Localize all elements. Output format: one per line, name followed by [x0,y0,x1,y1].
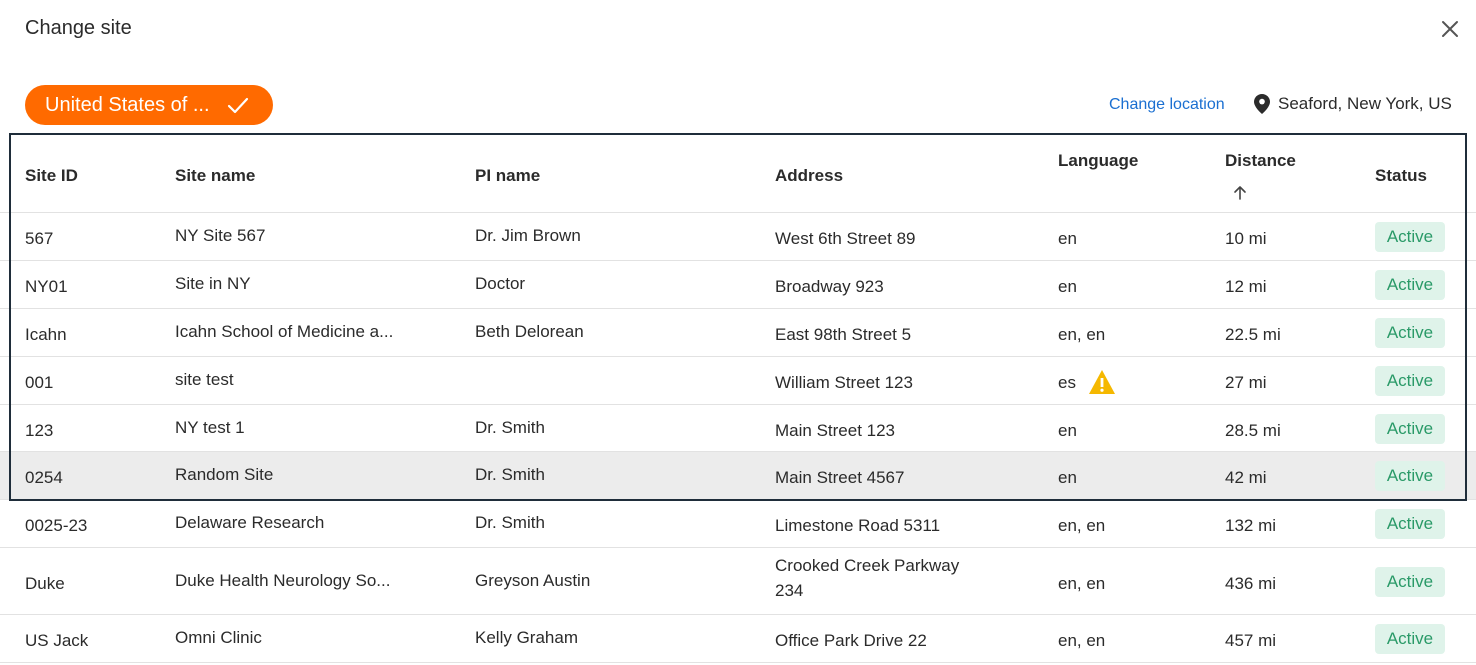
distance-cell: 457 mi [1225,631,1277,650]
table-row[interactable]: Icahn Icahn School of Medicine a... Beth D… [0,309,1476,357]
status-badge: Active [1375,509,1445,539]
site-id-cell: Icahn [25,325,67,344]
distance-cell: 27 mi [1225,373,1267,392]
address-cell: Broadway 923 [775,277,884,296]
site-id-cell: NY01 [25,277,68,296]
site-id-cell: 123 [25,421,54,440]
site-id-cell: 001 [25,373,54,392]
language-cell: en, en [1058,325,1106,344]
site-name-cell: NY test 1 [175,418,245,437]
status-badge: Active [1375,461,1445,491]
site-name-cell: NY Site 567 [175,226,266,245]
change-site-dialog: Change site United States of ... Change … [0,0,1476,665]
table-row[interactable]: NY01 Site in NY Doctor Broadway 923 en 12 mi A… [0,261,1476,309]
status-badge: Active [1375,270,1445,300]
check-icon [227,97,248,114]
pi-name-cell: Dr. Smith [475,418,545,437]
distance-cell: 132 mi [1225,516,1277,535]
table-row[interactable]: 001 site test William Street 123 es 27 mi Act… [0,357,1476,405]
site-name-cell: Delaware Research [175,513,325,532]
table-row[interactable]: 567 NY Site 567 Dr. Jim Brown West 6th Stre… [0,213,1476,261]
site-id-cell: 0254 [25,468,63,487]
address-cell: East 98th Street 5 [775,325,912,344]
language-cell: en [1058,421,1077,440]
address-cell: Office Park Drive 22 [775,631,927,650]
distance-cell: 28.5 mi [1225,421,1281,440]
language-cell: en [1058,229,1077,248]
site-id-cell: 567 [25,229,54,248]
status-badge: Active [1375,366,1445,396]
header-status[interactable]: Status [1375,166,1427,186]
pi-name-cell: Dr. Smith [475,513,545,532]
current-location: Seaford, New York, US [1254,94,1452,114]
pi-name-cell: Dr. Jim Brown [475,226,581,245]
status-badge: Active [1375,222,1445,252]
pi-name-cell: Beth Delorean [475,322,584,341]
dialog-title: Change site [25,17,132,39]
header-address[interactable]: Address [775,166,843,186]
status-badge: Active [1375,414,1445,444]
site-id-cell: 0025-23 [25,516,88,535]
status-badge: Active [1375,567,1445,597]
distance-cell: 436 mi [1225,574,1277,593]
table-row[interactable]: 0254 Random Site Dr. Smith Main Street 4567… [0,452,1476,500]
status-badge: Active [1375,318,1445,348]
country-filter-chip[interactable]: United States of ... [25,85,273,125]
site-id-cell: Duke [25,574,65,593]
sort-ascending-icon[interactable] [1230,183,1250,203]
address-cell: William Street 123 [775,373,913,392]
header-language[interactable]: Language [1058,151,1138,171]
pi-name-cell: Greyson Austin [475,571,591,590]
site-name-cell: Omni Clinic [175,628,262,647]
address-cell: Crooked Creek Parkway [775,556,960,575]
warning-icon[interactable] [1088,369,1116,395]
header-site-id[interactable]: Site ID [25,166,78,186]
address-cell: Limestone Road 5311 [775,516,941,535]
table-row[interactable]: US Jack Omni Clinic Kelly Graham Office Par… [0,615,1476,663]
pi-name-cell: Kelly Graham [475,628,578,647]
table-header: Site ID Site name PI name Address Langua… [0,135,1476,213]
site-name-cell: Duke Health Neurology So... [175,571,391,590]
current-location-text: Seaford, New York, US [1278,94,1452,113]
site-name-cell: site test [175,370,234,389]
distance-cell: 22.5 mi [1225,325,1281,344]
site-name-cell: Random Site [175,465,274,484]
table-row[interactable]: Duke Duke Health Neurology So... Greyson A… [0,548,1476,615]
pi-name-cell: Dr. Smith [475,465,545,484]
language-cell: es [1058,373,1076,392]
distance-cell: 42 mi [1225,468,1267,487]
address-cell-line2: 234 [775,581,804,600]
close-icon[interactable] [1438,17,1462,41]
location-pin-icon [1254,94,1270,114]
table-row[interactable]: 0025-23 Delaware Research Dr. Smith Limesto… [0,500,1476,548]
change-location-link[interactable]: Change location [1109,96,1225,114]
address-cell: Main Street 123 [775,421,896,440]
distance-cell: 12 mi [1225,277,1267,296]
address-cell: West 6th Street 89 [775,229,916,248]
language-cell: en [1058,277,1077,296]
country-filter-label: United States of ... [45,93,210,116]
pi-name-cell: Doctor [475,274,526,293]
language-cell: en, en [1058,631,1106,650]
site-name-cell: Site in NY [175,274,251,293]
table-row[interactable]: 123 NY test 1 Dr. Smith Main Street 123 en 28… [0,405,1476,452]
header-distance[interactable]: Distance [1225,151,1296,171]
language-cell: en, en [1058,516,1106,535]
language-cell: en, en [1058,574,1106,593]
site-name-cell: Icahn School of Medicine a... [175,322,394,341]
language-cell: en [1058,468,1077,487]
site-id-cell: US Jack [25,631,89,650]
distance-cell: 10 mi [1225,229,1267,248]
header-pi-name[interactable]: PI name [475,166,540,186]
status-badge: Active [1375,624,1445,654]
header-site-name[interactable]: Site name [175,166,255,186]
address-cell: Main Street 4567 [775,468,905,487]
